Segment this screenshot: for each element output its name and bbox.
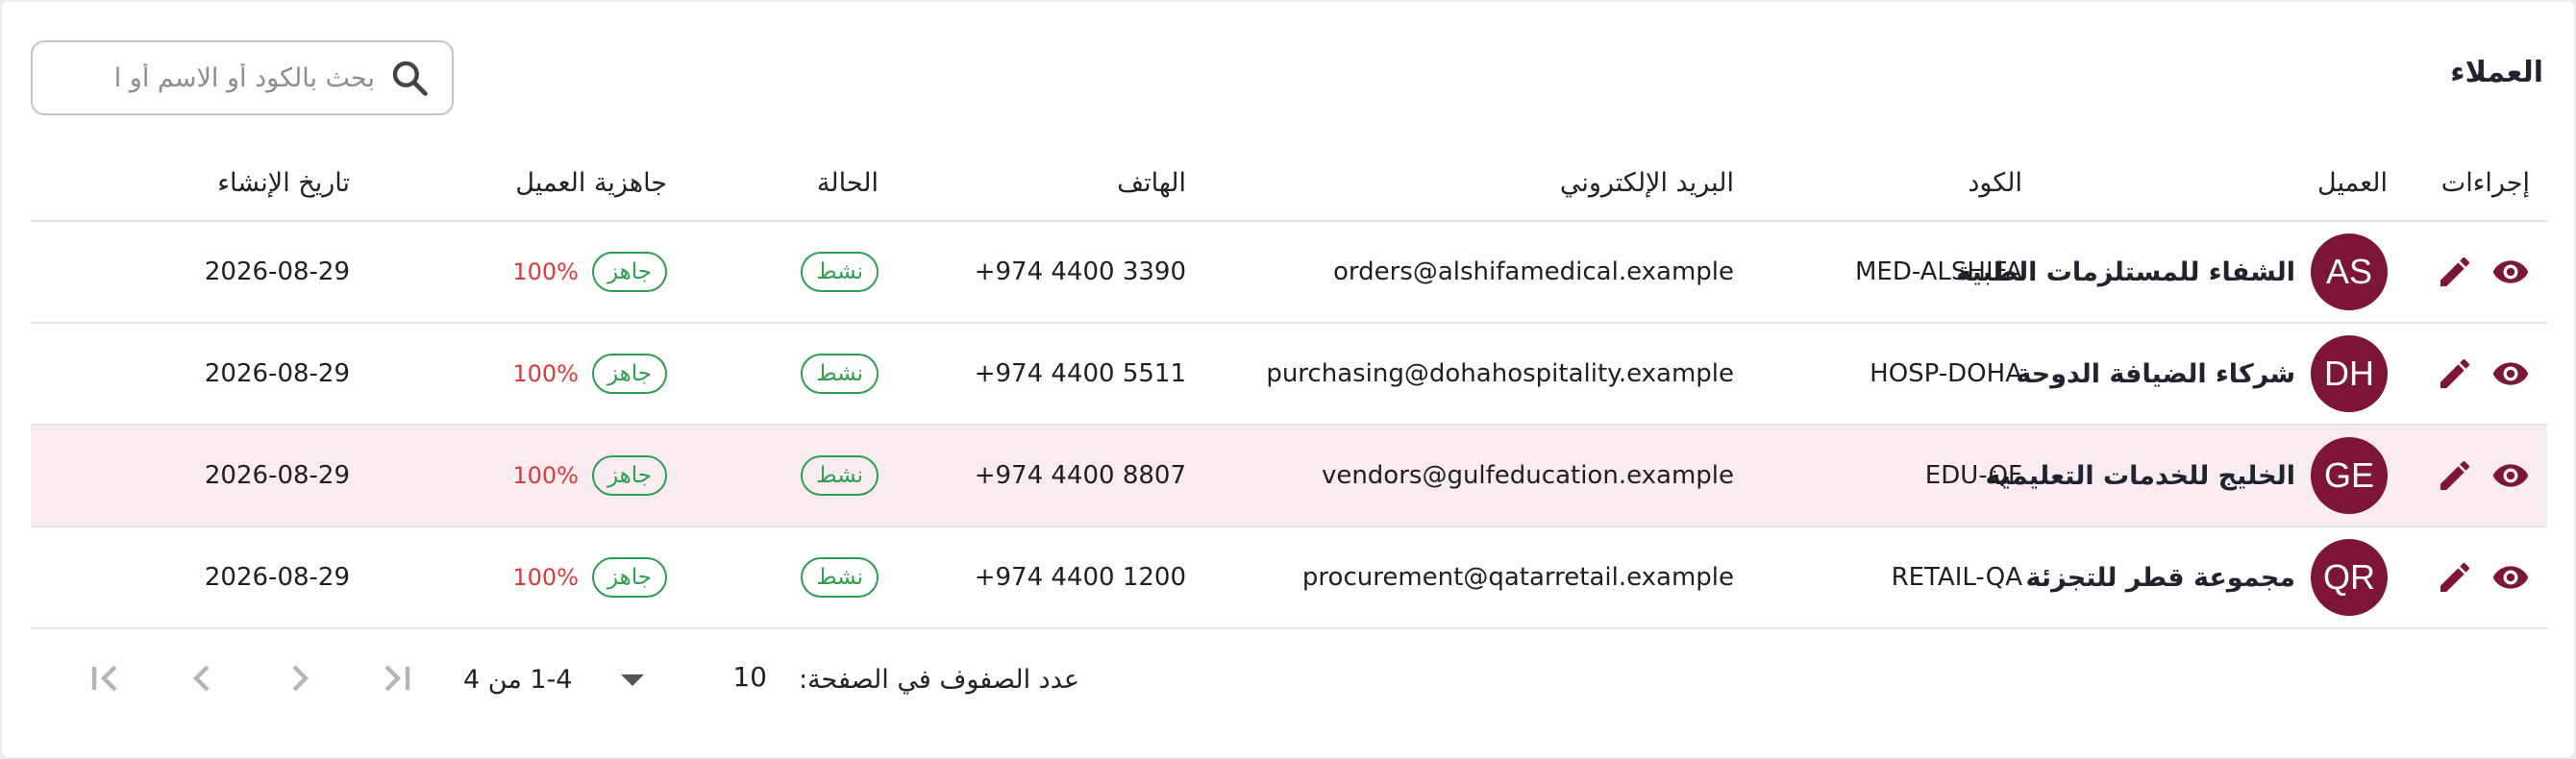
created-cell: 2026-08-29 <box>31 323 367 426</box>
search-box[interactable] <box>31 40 454 115</box>
created-cell: 2026-08-29 <box>31 526 367 629</box>
status-badge: نشط <box>801 455 879 496</box>
last-page-icon[interactable] <box>375 655 421 701</box>
avatar: DH <box>2311 335 2388 412</box>
client-cell: DH شركاء الضيافة الدوحة <box>2016 323 2405 426</box>
email-cell: purchasing@dohahospitality.example <box>1203 323 1751 426</box>
readiness-percent: 100% <box>512 258 579 285</box>
email-cell: procurement@qatarretail.example <box>1203 526 1751 629</box>
table-row[interactable]: QR مجموعة قطر للتجزئة RETAIL-QA procurem… <box>31 526 2547 629</box>
eye-icon[interactable] <box>2491 558 2530 597</box>
column-header-phone[interactable]: الهاتف <box>896 146 1203 222</box>
rows-per-page-label: عدد الصفوف في الصفحة: <box>798 665 1079 695</box>
readiness-badge: جاهز <box>591 252 667 292</box>
client-cell: GE الخليج للخدمات التعليمية <box>1985 425 2405 527</box>
code-cell: MED-ALSHIFA <box>1751 221 2040 324</box>
rows-per-page-select[interactable]: 10 <box>732 661 767 693</box>
column-header-client[interactable]: العميل <box>2040 146 2405 222</box>
pencil-icon[interactable] <box>2436 253 2474 291</box>
created-cell: 2026-08-29 <box>31 221 367 324</box>
email-cell: vendors@gulfeducation.example <box>1203 425 1751 527</box>
column-header-actions[interactable]: إجراءات <box>2405 146 2547 222</box>
readiness-cell: جاهز 100% <box>367 323 684 426</box>
created-cell: 2026-08-29 <box>31 425 367 527</box>
actions-cell <box>2405 526 2547 629</box>
client-cell: QR مجموعة قطر للتجزئة <box>2025 526 2405 629</box>
actions-cell <box>2405 323 2547 426</box>
clients-table: إجراءات العميل الكود البريد الإلكتروني ا… <box>31 146 2547 629</box>
phone-cell: +974 4400 1200 <box>896 526 1203 629</box>
readiness-badge: جاهز <box>591 354 667 394</box>
status-badge: نشط <box>801 252 879 292</box>
caret-down-icon[interactable] <box>619 671 646 690</box>
readiness-percent: 100% <box>512 462 579 489</box>
pagination-range: 1-4 من 4 <box>463 665 573 695</box>
phone-value: +974 4400 3390 <box>974 257 1186 286</box>
chevron-right-icon[interactable] <box>277 655 323 701</box>
eye-icon[interactable] <box>2491 355 2530 393</box>
pagination-bar: عدد الصفوف في الصفحة: 10 1-4 من 4 <box>31 632 2547 724</box>
column-header-readiness[interactable]: جاهزية العميل <box>367 146 684 222</box>
column-header-created[interactable]: تاريخ الإنشاء <box>31 146 367 222</box>
avatar: QR <box>2311 539 2388 616</box>
pencil-icon[interactable] <box>2436 558 2474 597</box>
readiness-percent: 100% <box>512 564 579 591</box>
readiness-badge: جاهز <box>591 557 667 598</box>
pencil-icon[interactable] <box>2436 456 2474 495</box>
client-name: مجموعة قطر للتجزئة <box>2025 562 2295 593</box>
eye-icon[interactable] <box>2491 456 2530 495</box>
column-header-code[interactable]: الكود <box>1751 146 2040 222</box>
code-cell: RETAIL-QA <box>1751 526 2040 629</box>
readiness-percent: 100% <box>512 360 579 387</box>
table-row[interactable]: GE الخليج للخدمات التعليمية EDU-QF vendo… <box>31 425 2547 527</box>
phone-value: +974 4400 8807 <box>974 461 1186 490</box>
phone-cell: +974 4400 8807 <box>896 425 1203 527</box>
phone-value: +974 4400 5511 <box>974 359 1186 388</box>
actions-cell <box>2405 425 2547 527</box>
code-cell: EDU-QF <box>1751 425 2040 527</box>
status-cell: نشط <box>684 323 896 426</box>
avatar: GE <box>2311 437 2388 514</box>
clients-card: العملاء إجراءات العميل الكود البر <box>2 2 2574 757</box>
eye-icon[interactable] <box>2491 253 2530 291</box>
card-header: العملاء <box>2 2 2574 146</box>
status-badge: نشط <box>801 354 879 394</box>
table-header-row: إجراءات العميل الكود البريد الإلكتروني ا… <box>31 146 2547 222</box>
readiness-cell: جاهز 100% <box>367 526 684 629</box>
table-row[interactable]: AS الشفاء للمستلزمات الطبية MED-ALSHIFA … <box>31 221 2547 324</box>
phone-value: +974 4400 1200 <box>974 563 1186 592</box>
actions-cell <box>2405 221 2547 324</box>
client-name: الخليج للخدمات التعليمية <box>1985 460 2295 491</box>
phone-cell: +974 4400 5511 <box>896 323 1203 426</box>
chevron-left-icon[interactable] <box>179 655 225 701</box>
search-icon <box>392 61 428 96</box>
client-cell: AS الشفاء للمستلزمات الطبية <box>1956 221 2405 324</box>
table-row[interactable]: DH شركاء الضيافة الدوحة HOSP-DOHA purcha… <box>31 323 2547 426</box>
readiness-cell: جاهز 100% <box>367 425 684 527</box>
status-cell: نشط <box>684 526 896 629</box>
status-cell: نشط <box>684 425 896 527</box>
email-cell: orders@alshifamedical.example <box>1203 221 1751 324</box>
avatar: AS <box>2311 233 2388 310</box>
column-header-status[interactable]: الحالة <box>684 146 896 222</box>
phone-cell: +974 4400 3390 <box>896 221 1203 324</box>
pencil-icon[interactable] <box>2436 355 2474 393</box>
first-page-icon[interactable] <box>81 655 127 701</box>
readiness-cell: جاهز 100% <box>367 221 684 324</box>
column-header-email[interactable]: البريد الإلكتروني <box>1203 146 1751 222</box>
status-cell: نشط <box>684 221 896 324</box>
page-title: العملاء <box>2450 56 2543 89</box>
search-input[interactable] <box>54 49 375 107</box>
status-badge: نشط <box>801 557 879 598</box>
client-name: شركاء الضيافة الدوحة <box>2016 358 2295 389</box>
readiness-badge: جاهز <box>591 455 667 496</box>
code-cell: HOSP-DOHA <box>1751 323 2040 426</box>
